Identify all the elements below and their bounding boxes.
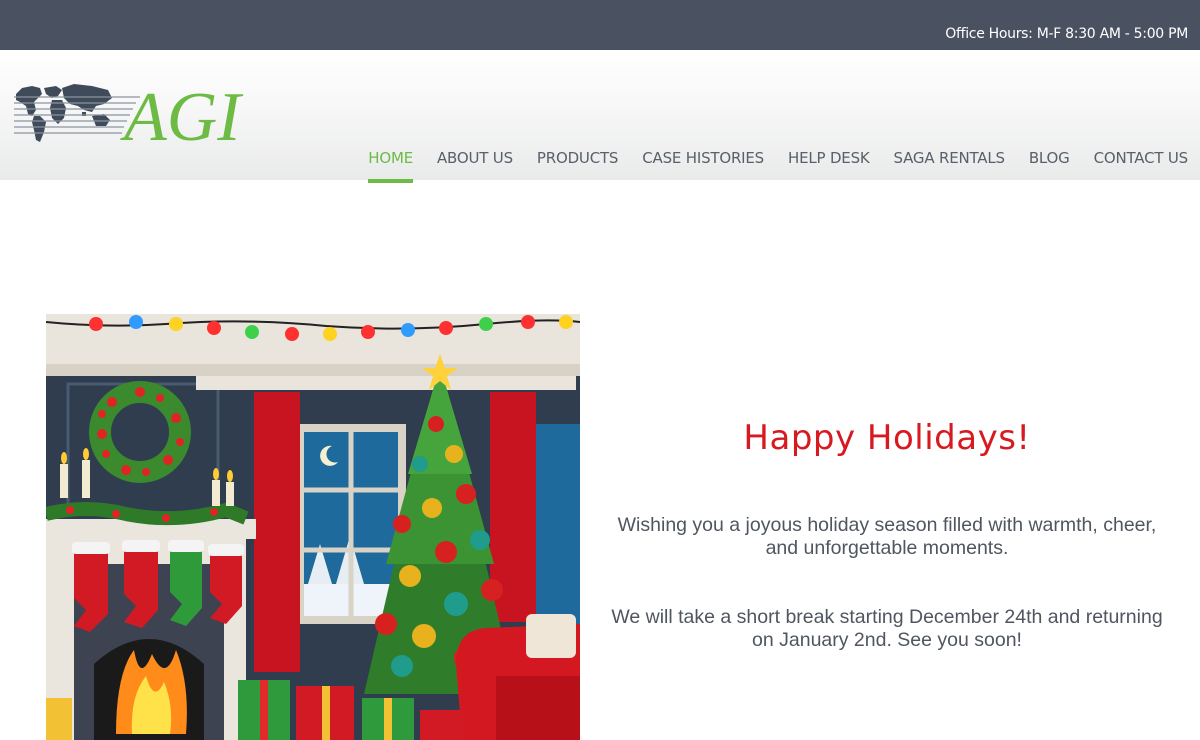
nav-blog[interactable]: BLOG — [1029, 149, 1070, 184]
holiday-heading: Happy Holidays! — [743, 418, 1031, 458]
office-hours: Office Hours: M-F 8:30 AM - 5:00 PM — [945, 26, 1188, 42]
nav-contact-us[interactable]: CONTACT US — [1094, 149, 1189, 184]
holiday-image — [46, 314, 580, 740]
nav-about-us[interactable]: ABOUT US — [437, 149, 513, 184]
top-bar: Office Hours: M-F 8:30 AM - 5:00 PM — [0, 0, 1200, 50]
logo-text: AGI — [120, 82, 244, 148]
nav-case-histories[interactable]: CASE HISTORIES — [642, 149, 764, 184]
nav-products[interactable]: PRODUCTS — [537, 149, 619, 184]
main-nav: HOME ABOUT US PRODUCTS CASE HISTORIES HE… — [368, 149, 1188, 184]
holiday-closure-text: We will take a short break starting Dece… — [611, 606, 1163, 651]
holiday-message: Happy Holidays! Wishing you a joyous hol… — [600, 418, 1174, 652]
nav-home[interactable]: HOME — [368, 149, 413, 184]
holiday-greeting-text: Wishing you a joyous holiday season fill… — [617, 514, 1157, 559]
nav-help-desk[interactable]: HELP DESK — [788, 149, 870, 184]
nav-saga-rentals[interactable]: SAGA RENTALS — [894, 149, 1006, 184]
agi-logo[interactable]: AGI — [12, 82, 262, 148]
site-header: AGI HOME ABOUT US PRODUCTS CASE HISTORIE… — [0, 50, 1200, 183]
